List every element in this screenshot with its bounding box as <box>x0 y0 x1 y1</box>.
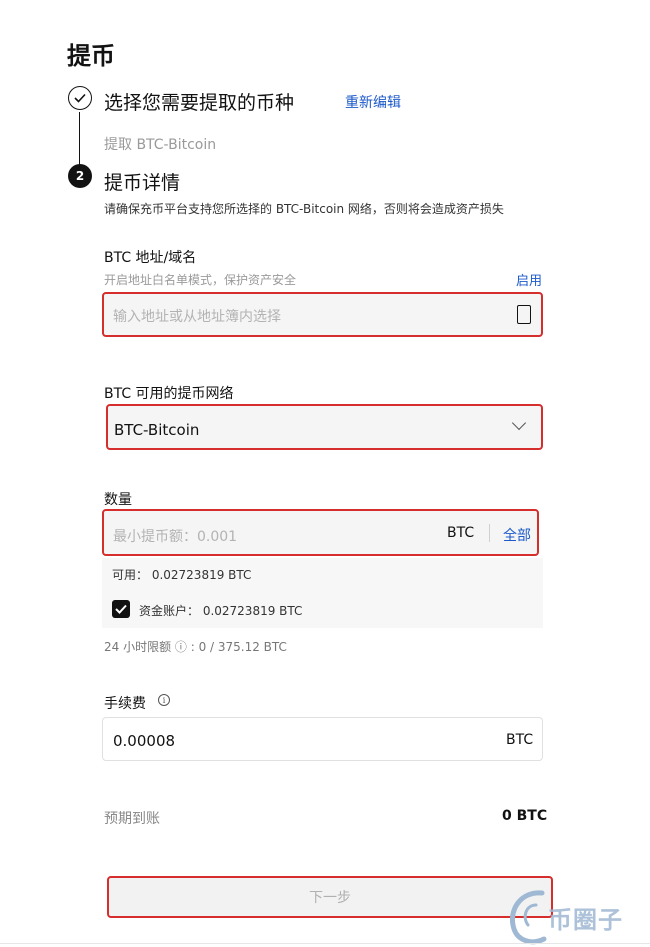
fund-account-checkbox[interactable] <box>112 600 130 618</box>
bottom-divider <box>0 943 650 944</box>
amount-label: 数量 <box>104 492 132 508</box>
amount-divider <box>489 524 490 542</box>
step2-title: 提币详情 <box>104 172 181 194</box>
page-title: 提币 <box>67 42 115 70</box>
address-label: BTC 地址/域名 <box>104 250 197 266</box>
stepper-line <box>79 112 80 168</box>
whitelist-enable-link[interactable]: 启用 <box>516 270 542 289</box>
re-edit-link[interactable]: 重新编辑 <box>345 92 401 112</box>
amount-all-button[interactable]: 全部 <box>503 525 531 545</box>
whitelist-hint: 开启地址白名单模式，保护资产安全 <box>104 273 297 287</box>
amount-unit: BTC <box>447 525 475 541</box>
network-label: BTC 可用的提币网络 <box>104 386 234 402</box>
step2-number-badge: 2 <box>68 164 92 188</box>
watermark-text: 币圈子 <box>548 906 623 934</box>
expected-arrival-label: 预期到账 <box>104 811 160 827</box>
step1-check-icon <box>68 86 92 110</box>
amount-placeholder: 最小提币额：0.001 <box>113 529 238 545</box>
fee-value: 0.00008 <box>113 732 176 750</box>
address-placeholder: 输入地址或从地址簿内选择 <box>113 309 281 325</box>
next-step-button[interactable]: 下一步 <box>107 876 553 918</box>
fund-account-balance: 资金账户： 0.02723819 BTC <box>139 604 303 618</box>
network-warning: 请确保充币平台支持您所选择的 BTC-Bitcoin 网络，否则将会造成资产损失 <box>104 202 504 216</box>
selected-coin: 提取 BTC-Bitcoin <box>104 137 217 153</box>
available-balance: 可用： 0.02723819 BTC <box>112 568 252 582</box>
network-selected-value: BTC-Bitcoin <box>114 421 200 439</box>
fee-unit: BTC <box>506 732 534 748</box>
daily-limit: 24 小时限额 ⓘ : 0 / 375.12 BTC <box>104 640 287 654</box>
expected-arrival-value: 0 BTC <box>502 808 548 824</box>
address-book-icon[interactable] <box>517 305 531 324</box>
fee-label: 手续费 <box>104 696 146 712</box>
step1-title: 选择您需要提取的币种 <box>104 92 295 114</box>
info-icon[interactable]: i <box>158 694 170 706</box>
